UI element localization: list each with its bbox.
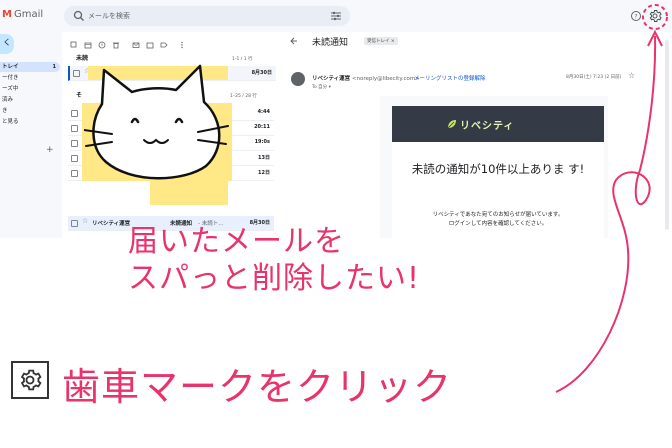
more-vert-icon[interactable] — [178, 34, 186, 49]
inbox-label-chip[interactable]: 受信トレイ × — [364, 37, 398, 45]
brand-name: リベシティ — [460, 121, 515, 132]
email-body-line1: リベシティであなた宛てのお知らせが届いています。 — [432, 212, 564, 218]
list-toolbar — [68, 34, 188, 49]
section-unread-count: 1-1 / 1 行 — [232, 57, 253, 62]
avatar — [291, 72, 305, 86]
move-to-icon[interactable] — [146, 34, 154, 49]
row-checkbox[interactable] — [71, 125, 78, 132]
help-icon[interactable]: ? — [630, 10, 642, 22]
message-date: 8月30日(土) 7:23 (2 日前) — [566, 75, 622, 80]
sidebar-item-snoozed[interactable]: ーズ中 — [0, 84, 60, 94]
sidebar-item-sent[interactable]: 済み — [0, 95, 60, 105]
row-date: 4:44 — [257, 109, 270, 115]
scrollbar[interactable] — [665, 40, 669, 230]
add-label-button[interactable]: + — [46, 145, 54, 155]
delete-icon[interactable] — [112, 34, 120, 49]
gear-icon[interactable] — [648, 9, 662, 23]
mark-read-icon[interactable] — [132, 34, 140, 48]
section-unread-title[interactable]: 未読 — [76, 53, 88, 62]
row-checkbox[interactable] — [71, 220, 78, 227]
message-subject: 未読通知 — [312, 38, 349, 48]
row-checkbox[interactable] — [71, 170, 78, 177]
select-checkbox[interactable] — [70, 34, 78, 48]
annotation-caption-3: 歯車マークをクリック — [62, 365, 453, 409]
search-placeholder: メールを検索 — [88, 12, 130, 20]
unsubscribe-link[interactable]: メーリングリストの登録解除 — [414, 74, 486, 82]
row-date: 13日 — [258, 155, 270, 161]
search-icon — [73, 10, 84, 21]
redaction-highlight — [150, 181, 228, 205]
spam-icon[interactable] — [98, 34, 106, 49]
gmail-logo[interactable]: M Gmail — [2, 9, 43, 20]
sidebar-item-starred[interactable]: ー付き — [0, 73, 60, 83]
row-checkbox[interactable] — [71, 140, 78, 147]
row-date: 20:11 — [254, 124, 270, 130]
row-checkbox[interactable] — [73, 70, 80, 77]
row-checkbox[interactable] — [71, 155, 78, 162]
sidebar-item-inbox[interactable]: トレイ 1 — [0, 62, 60, 72]
star-icon[interactable]: ☆ — [628, 71, 635, 80]
label-icon[interactable] — [160, 34, 168, 48]
svg-text:?: ? — [634, 14, 637, 21]
sidebar-item-drafts[interactable]: き — [0, 106, 60, 116]
archive-icon[interactable] — [84, 34, 92, 49]
search-bar[interactable]: メールを検索 — [64, 6, 350, 26]
row-date: 19:0s — [254, 139, 270, 145]
sidebar-item-more[interactable]: と見る — [0, 117, 60, 127]
recipient-dropdown[interactable]: To 自分 ▾ — [312, 84, 331, 90]
section-other-count: 1–25 / 28 行 — [230, 94, 257, 99]
section-other-title[interactable]: そ — [76, 90, 82, 99]
row-sender: リベシティ運営 — [92, 221, 131, 227]
row-checkbox[interactable] — [71, 110, 78, 117]
email-body-line2: ログインして内容を確認してください。 — [448, 221, 548, 227]
star-icon[interactable]: ☆ — [82, 217, 88, 225]
row-date: 8月30日 — [251, 70, 272, 76]
row-date: 12日 — [258, 170, 270, 176]
email-headline: 未読の通知が10件以上ありま す! — [411, 162, 585, 176]
leaf-logo-icon — [447, 120, 456, 129]
compose-button[interactable]: く — [0, 34, 14, 54]
back-arrow-icon[interactable] — [288, 36, 298, 46]
annotation-caption-2: スパっと削除したい! — [128, 261, 421, 296]
settings-gear-icon — [11, 361, 49, 399]
cat-doodle-illustration — [84, 64, 229, 180]
tune-icon[interactable] — [330, 10, 342, 22]
sender-line: リベシティ運営 <noreply@libecity.com> — [312, 76, 420, 82]
